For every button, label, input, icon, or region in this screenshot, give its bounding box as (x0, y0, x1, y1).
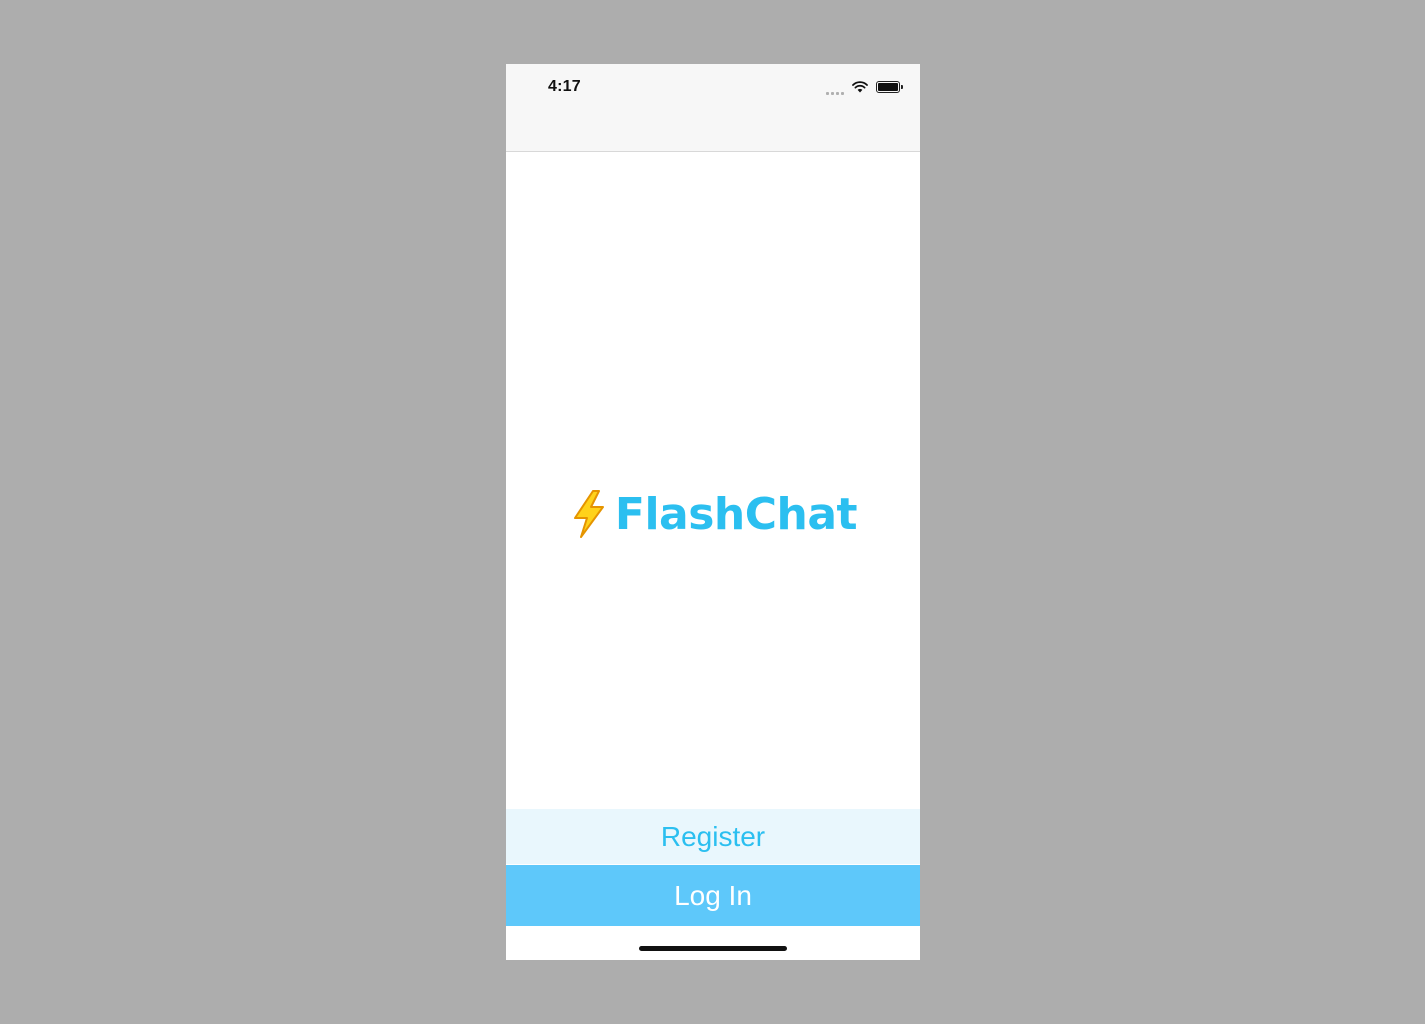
wifi-icon (852, 81, 868, 93)
status-time: 4:17 (548, 78, 581, 95)
status-bar: 4:17 (506, 64, 920, 152)
status-icons (826, 80, 903, 95)
phone-screen: 4:17 FlashChat Register Log In (506, 64, 920, 960)
battery-icon (876, 81, 903, 93)
home-indicator[interactable] (639, 946, 787, 951)
signal-icon (826, 85, 844, 95)
app-title: FlashChat (614, 488, 858, 540)
register-button[interactable]: Register (506, 809, 920, 864)
lightning-bolt-icon (573, 490, 604, 538)
login-button[interactable]: Log In (506, 865, 920, 926)
app-logo: FlashChat (506, 484, 920, 544)
